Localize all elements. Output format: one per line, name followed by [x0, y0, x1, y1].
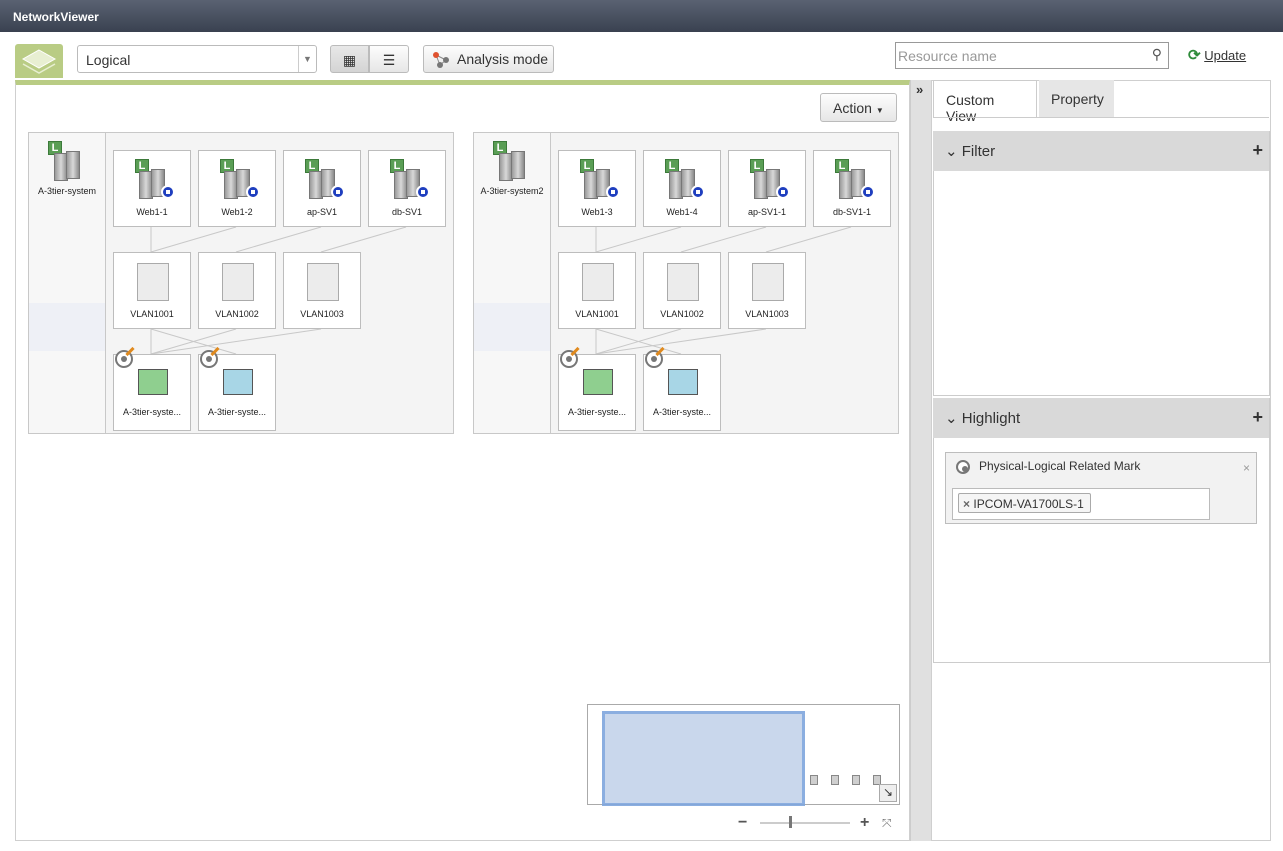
node-label: Web1-1 — [136, 207, 168, 217]
related-mark-icon — [956, 460, 970, 474]
server-node[interactable]: Lap-SV1 — [283, 150, 361, 227]
tag-input[interactable]: × IPCOM-VA1700LS-1 — [952, 488, 1210, 520]
fit-view-icon[interactable]: ⤧ — [882, 816, 892, 831]
vlan-icon — [307, 263, 339, 301]
vlan-node[interactable]: VLAN1001 — [558, 252, 636, 329]
tag-label: IPCOM-VA1700LS-1 — [973, 497, 1084, 511]
node-label: VLAN1001 — [575, 309, 619, 319]
double-chevron-right-icon[interactable]: » — [911, 80, 932, 97]
vlan-node[interactable]: VLAN1001 — [113, 252, 191, 329]
node-label: ap-SV1-1 — [747, 207, 787, 217]
zoom-slider[interactable] — [760, 822, 850, 824]
firewall-icon — [138, 369, 168, 395]
vlan-icon — [667, 263, 699, 301]
update-label: Update — [1204, 48, 1247, 63]
node-label: ap-SV1 — [306, 207, 338, 217]
node-label: A-3tier-syste... — [652, 407, 711, 417]
resource-search-input[interactable]: Resource name ⚲ — [895, 42, 1169, 69]
minimap[interactable]: ↘ — [587, 704, 900, 806]
search-icon[interactable]: ⚲ — [1152, 46, 1162, 63]
chevron-down-icon: ⌄ — [945, 410, 958, 427]
node-label: VLAN1002 — [660, 309, 704, 319]
node-label: db-SV1 — [391, 207, 423, 217]
highlight-item-label: Physical-Logical Related Mark — [979, 459, 1141, 473]
minimap-viewport[interactable] — [602, 711, 805, 806]
server-node[interactable]: Lap-SV1-1 — [728, 150, 806, 227]
node-label: A-3tier-syste... — [567, 407, 626, 417]
add-highlight-icon[interactable]: + — [1252, 407, 1263, 428]
tab-custom-view[interactable]: Custom View — [933, 80, 1037, 124]
vlan-icon — [222, 263, 254, 301]
zoom-slider-handle[interactable] — [789, 816, 792, 828]
server-node[interactable]: L Web1-4 — [643, 150, 721, 227]
server-node[interactable]: L Web1-2 — [198, 150, 276, 227]
server-node[interactable]: L Web1-1 — [113, 150, 191, 227]
tag-chip: × IPCOM-VA1700LS-1 — [958, 493, 1091, 513]
remove-tag-icon[interactable]: × — [963, 497, 970, 511]
search-placeholder: Resource name — [898, 48, 997, 64]
refresh-icon: ⟳ — [1188, 47, 1201, 64]
node-label: Web1-4 — [666, 207, 698, 217]
vlan-node[interactable]: VLAN1002 — [198, 252, 276, 329]
zoom-out-icon[interactable]: − — [738, 814, 747, 832]
server-node[interactable]: L Web1-3 — [558, 150, 636, 227]
node-label: VLAN1003 — [745, 309, 789, 319]
node-label: A-3tier-syste... — [122, 407, 181, 417]
remove-highlight-icon[interactable]: × — [1243, 461, 1250, 475]
add-filter-icon[interactable]: + — [1252, 140, 1263, 161]
server-node[interactable]: Ldb-SV1-1 — [813, 150, 891, 227]
vlan-icon — [752, 263, 784, 301]
zoom-in-icon[interactable]: + — [860, 814, 869, 832]
node-label: Web1-3 — [581, 207, 613, 217]
node-label: VLAN1001 — [130, 309, 174, 319]
highlight-header[interactable]: ⌄ Highlight + — [933, 398, 1269, 438]
vlan-node[interactable]: VLAN1002 — [643, 252, 721, 329]
update-link[interactable]: ⟳ Update — [1188, 46, 1246, 64]
node-label: A-3tier-syste... — [207, 407, 266, 417]
node-label: VLAN1003 — [300, 309, 344, 319]
filter-title: Filter — [961, 143, 996, 160]
filter-header[interactable]: ⌄ Filter + — [933, 131, 1269, 171]
load-balancer-icon — [668, 369, 698, 395]
node-label: Web1-2 — [221, 207, 253, 217]
firewall-icon — [583, 369, 613, 395]
chevron-down-icon: ⌄ — [945, 143, 958, 160]
node-label: db-SV1-1 — [832, 207, 872, 217]
vlan-node[interactable]: VLAN1003 — [283, 252, 361, 329]
load-balancer-icon — [223, 369, 253, 395]
highlight-title: Highlight — [961, 410, 1021, 427]
vlan-node[interactable]: VLAN1003 — [728, 252, 806, 329]
tab-property[interactable]: Property — [1039, 80, 1114, 117]
vlan-icon — [582, 263, 614, 301]
node-label: VLAN1002 — [215, 309, 259, 319]
minimap-collapse-icon[interactable]: ↘ — [879, 784, 897, 802]
vlan-icon — [137, 263, 169, 301]
highlight-item: Physical-Logical Related Mark × × IPCOM-… — [945, 452, 1257, 524]
panel-toggle-strip[interactable]: » — [910, 80, 932, 841]
server-node[interactable]: Ldb-SV1 — [368, 150, 446, 227]
